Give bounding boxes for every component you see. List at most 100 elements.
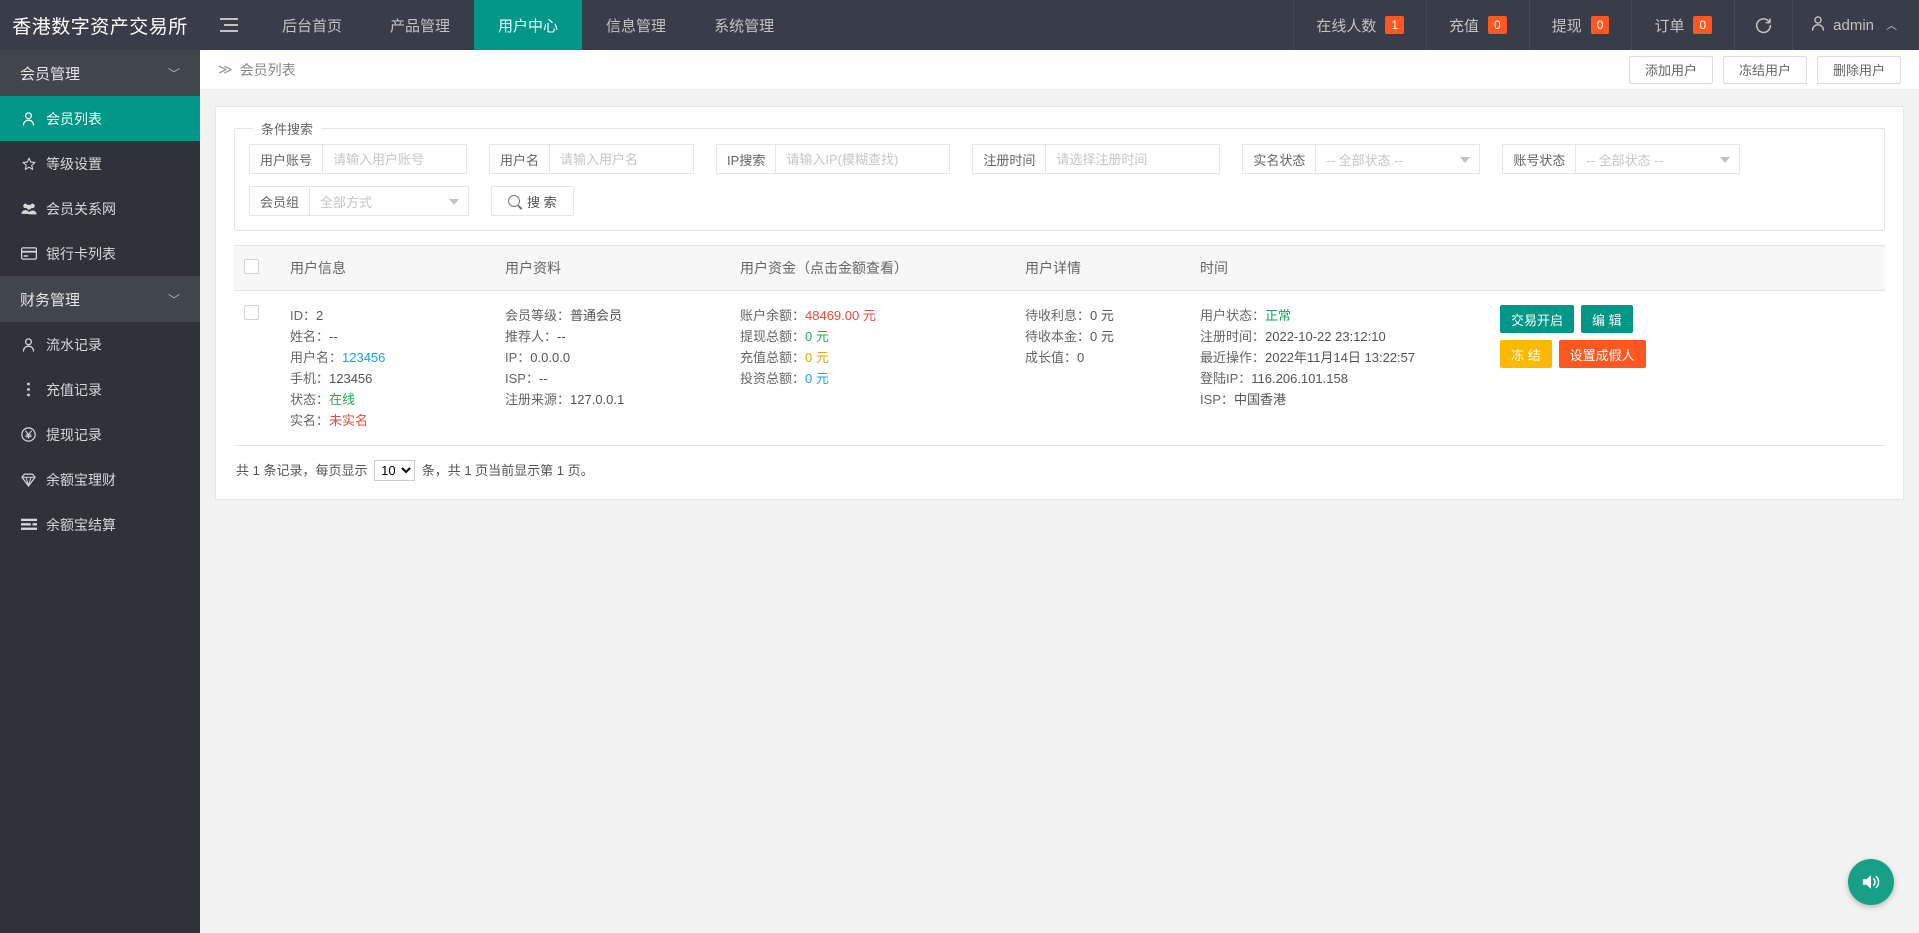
row-action-buttons: 交易开启 编 辑 冻 结 设置成假人	[1500, 305, 1660, 368]
user-profile-key: IP：	[505, 350, 530, 365]
app-brand-title: 香港数字资产交易所	[0, 0, 200, 50]
freeze-user-button[interactable]: 冻结用户	[1723, 56, 1807, 84]
stat-orders-badge: 0	[1693, 16, 1712, 34]
sidebar-item-level-settings[interactable]: 等级设置	[0, 141, 200, 186]
top-menu-item-3[interactable]: 信息管理	[582, 0, 690, 50]
sound-icon[interactable]	[1848, 859, 1894, 905]
member-table-head: 用户信息 用户资料 用户资金（点击金额查看） 用户详情 时间	[234, 246, 1885, 291]
field-account-status: 账号状态 -- 全部状态 --	[1502, 144, 1740, 174]
user-online-status-value: 在线	[329, 392, 355, 407]
edit-button[interactable]: 编 辑	[1581, 305, 1633, 333]
cell-user-detail: 待收利息：0 元 待收本金：0 元 成长值：0	[1015, 291, 1190, 446]
user-icon	[20, 338, 37, 352]
cell-user-funds: 账户余额：48469.00 元 提现总额：0 元 充值总额：0 元 投资总额：0…	[730, 291, 1015, 446]
stat-withdraw[interactable]: 提现 0	[1529, 0, 1632, 50]
top-menu-item-1[interactable]: 产品管理	[366, 0, 474, 50]
select-all-checkbox[interactable]	[244, 259, 259, 274]
sidebar-item-label: 会员关系网	[46, 199, 116, 219]
add-user-button[interactable]: 添加用户	[1629, 56, 1713, 84]
user-detail-line: 成长值：0	[1025, 347, 1180, 368]
withdraw-total-value[interactable]: 0 元	[805, 329, 829, 344]
username-link[interactable]: 123456	[342, 350, 385, 365]
user-info-line: ID：2	[290, 305, 485, 326]
search-button-label: 搜 索	[527, 192, 557, 211]
sidebar-group-member-management[interactable]: 会员管理 ﹀	[0, 50, 200, 96]
field-member-group: 会员组 全部方式	[249, 186, 469, 216]
user-funds-key: 提现总额：	[740, 329, 805, 344]
delete-user-button[interactable]: 删除用户	[1817, 56, 1901, 84]
user-phone-value: 123456	[329, 371, 372, 386]
sidebar-item-bank-card-list[interactable]: 银行卡列表	[0, 231, 200, 276]
card-icon	[20, 247, 37, 260]
stat-online-users[interactable]: 在线人数 1	[1293, 0, 1426, 50]
search-row-1: 用户账号 用户名 IP搜索 注册时间	[249, 144, 1870, 174]
user-detail-key: 待收利息：	[1025, 308, 1090, 323]
user-detail-key: 成长值：	[1025, 350, 1077, 365]
register-time-input[interactable]	[1045, 144, 1220, 174]
last-operation-value: 2022年11月14日 13:22:57	[1265, 350, 1415, 365]
field-register-time-label: 注册时间	[972, 144, 1045, 174]
top-menu-item-2[interactable]: 用户中心	[474, 0, 582, 50]
freeze-button[interactable]: 冻 结	[1500, 340, 1552, 368]
top-menu-item-0[interactable]: 后台首页	[258, 0, 366, 50]
member-group-select[interactable]: 全部方式	[309, 186, 469, 216]
account-status-value: 正常	[1265, 308, 1291, 323]
time-line: 登陆IP：116.206.101.158	[1200, 368, 1480, 389]
register-time-value: 2022-10-22 23:12:10	[1265, 329, 1386, 344]
field-realname-status: 实名状态 -- 全部状态 --	[1242, 144, 1480, 174]
user-account-input[interactable]	[322, 144, 467, 174]
time-line: 用户状态：正常	[1200, 305, 1480, 326]
ip-search-input[interactable]	[775, 144, 950, 174]
cell-user-info: ID：2 姓名：-- 用户名：123456 手机：123456 状态：在线 实名…	[280, 291, 495, 446]
sidebar-item-recharge-records[interactable]: 充值记录	[0, 367, 200, 412]
trade-enable-button[interactable]: 交易开启	[1500, 305, 1574, 333]
top-navigation-bar: 香港数字资产交易所 后台首页 产品管理 用户中心 信息管理 系统管理 在线人数 …	[0, 0, 1919, 50]
member-table: 用户信息 用户资料 用户资金（点击金额查看） 用户详情 时间	[234, 245, 1885, 446]
invest-total-value[interactable]: 0 元	[805, 371, 829, 386]
user-account-menu[interactable]: admin ︿	[1792, 0, 1919, 50]
user-profile-key: 注册来源：	[505, 392, 570, 407]
breadcrumb-bar: ≫ 会员列表 添加用户 冻结用户 删除用户	[200, 50, 1919, 90]
hamburger-icon[interactable]	[200, 0, 258, 50]
user-profile-line: IP：0.0.0.0	[505, 347, 720, 368]
user-info-line: 用户名：123456	[290, 347, 485, 368]
sidebar-item-yuebao-finance[interactable]: 余额宝理财	[0, 457, 200, 502]
user-profile-key: 会员等级：	[505, 308, 570, 323]
account-balance-value[interactable]: 48469.00 元	[805, 308, 876, 323]
user-verify-status-value: 未实名	[329, 413, 368, 428]
user-info-line: 状态：在线	[290, 389, 485, 410]
realname-status-select[interactable]: -- 全部状态 --	[1315, 144, 1480, 174]
page-size-select[interactable]: 10 20 30 50	[374, 460, 415, 481]
user-name-input[interactable]	[549, 144, 694, 174]
sidebar-group-finance-management[interactable]: 财务管理 ﹀	[0, 276, 200, 322]
sidebar-item-transaction-records[interactable]: 流水记录	[0, 322, 200, 367]
user-detail-key: 待收本金：	[1025, 329, 1090, 344]
stat-recharge[interactable]: 充值 0	[1426, 0, 1529, 50]
recharge-total-value[interactable]: 0 元	[805, 350, 829, 365]
sidebar-item-withdraw-records[interactable]: 提现记录	[0, 412, 200, 457]
sidebar-group-label: 财务管理	[20, 289, 80, 310]
sidebar-item-member-list[interactable]: 会员列表	[0, 96, 200, 141]
search-button[interactable]: 搜 索	[491, 186, 574, 216]
column-user-detail: 用户详情	[1015, 246, 1190, 291]
sidebar-item-member-network[interactable]: 会员关系网	[0, 186, 200, 231]
row-checkbox[interactable]	[244, 305, 259, 320]
field-user-name: 用户名	[489, 144, 694, 174]
stat-withdraw-label: 提现	[1552, 15, 1582, 36]
search-icon	[508, 195, 520, 207]
user-profile-line: 推荐人：--	[505, 326, 720, 347]
stat-withdraw-badge: 0	[1591, 16, 1610, 34]
user-profile-line: 注册来源：127.0.0.1	[505, 389, 720, 410]
top-menu-item-4[interactable]: 系统管理	[690, 0, 798, 50]
cell-user-profile: 会员等级：普通会员 推荐人：-- IP：0.0.0.0 ISP：-- 注册来源：…	[495, 291, 730, 446]
user-info-key: 状态：	[290, 392, 329, 407]
stat-recharge-badge: 0	[1488, 16, 1507, 34]
refresh-icon[interactable]	[1734, 0, 1792, 50]
account-status-select[interactable]: -- 全部状态 --	[1575, 144, 1740, 174]
field-member-group-label: 会员组	[249, 186, 309, 216]
sidebar-item-yuebao-settlement[interactable]: 余额宝结算	[0, 502, 200, 547]
profile-ip-value: 0.0.0.0	[530, 350, 570, 365]
stat-orders[interactable]: 订单 0	[1631, 0, 1734, 50]
set-as-fake-button[interactable]: 设置成假人	[1559, 340, 1646, 368]
time-key: 登陆IP：	[1200, 371, 1251, 386]
